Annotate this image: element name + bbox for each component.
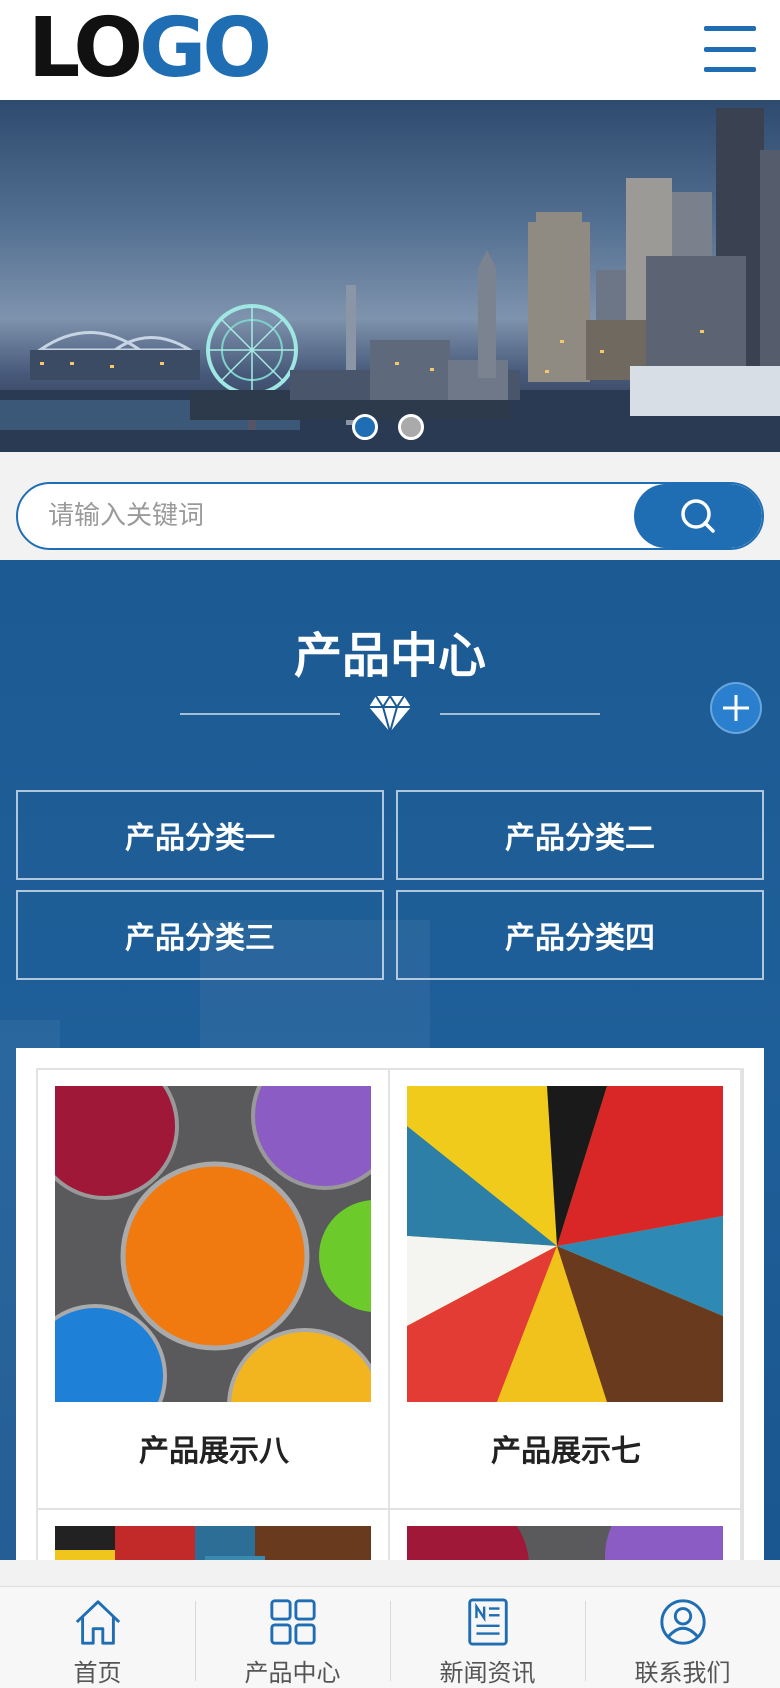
carousel-dots xyxy=(352,414,424,440)
search-section xyxy=(0,452,780,560)
title-divider-right xyxy=(440,713,600,715)
product-image xyxy=(55,1526,371,1560)
product-image xyxy=(55,1086,371,1402)
carousel-dot-2[interactable] xyxy=(398,414,424,440)
nav-label: 首页 xyxy=(73,1659,122,1687)
nav-label: 新闻资讯 xyxy=(439,1659,536,1687)
expand-button[interactable] xyxy=(710,682,762,734)
diamond-icon xyxy=(369,694,411,734)
product-list-panel: 产品展示八 产品展示七 xyxy=(16,1048,764,1560)
product-name: 产品展示七 xyxy=(491,1434,641,1469)
logo-text-blue: GO xyxy=(139,1,272,96)
category-button-1[interactable]: 产品分类一 xyxy=(16,790,384,880)
search-button[interactable] xyxy=(634,484,762,548)
search-icon xyxy=(681,499,715,533)
category-button-4[interactable]: 产品分类四 xyxy=(396,890,764,980)
product-grid: 产品展示八 产品展示七 xyxy=(36,1068,744,1560)
nav-item-home[interactable]: 首页 xyxy=(0,1587,195,1688)
grid-icon xyxy=(269,1599,316,1645)
section-title: 产品中心 xyxy=(293,628,486,684)
home-icon xyxy=(75,1600,120,1645)
nav-item-contact[interactable]: 联系我们 xyxy=(585,1587,780,1688)
product-center-section: 产品中心 产品分类一 产品分类二 产品分类三 产品分类四 产品展示八 产品展示七 xyxy=(0,560,780,1560)
product-card[interactable]: 产品展示七 xyxy=(390,1070,742,1510)
product-card[interactable] xyxy=(390,1510,742,1560)
product-name: 产品展示八 xyxy=(139,1434,289,1469)
product-card[interactable] xyxy=(38,1510,390,1560)
user-icon xyxy=(659,1599,706,1645)
nav-item-products[interactable]: 产品中心 xyxy=(195,1587,390,1688)
search-bar xyxy=(16,482,764,550)
product-card[interactable]: 产品展示八 xyxy=(38,1070,390,1510)
logo[interactable]: LO GO xyxy=(28,1,272,96)
city-skyline-image xyxy=(0,108,780,452)
carousel-dot-1[interactable] xyxy=(352,414,378,440)
nav-label: 联系我们 xyxy=(634,1659,731,1687)
search-input[interactable] xyxy=(18,484,638,548)
category-button-3[interactable]: 产品分类三 xyxy=(16,890,384,980)
bottom-navigation: 首页 产品中心 新闻资讯 联系我们 xyxy=(0,1586,780,1688)
nav-label: 产品中心 xyxy=(244,1659,341,1687)
category-button-2[interactable]: 产品分类二 xyxy=(396,790,764,880)
product-image xyxy=(407,1526,723,1560)
logo-text-black: LO xyxy=(28,1,143,96)
hamburger-menu-icon[interactable] xyxy=(704,26,756,72)
news-icon xyxy=(467,1598,508,1646)
hero-banner[interactable] xyxy=(0,100,780,452)
title-divider-left xyxy=(180,713,340,715)
nav-item-news[interactable]: 新闻资讯 xyxy=(390,1587,585,1688)
header: LO GO xyxy=(0,0,780,100)
product-image xyxy=(407,1086,723,1402)
plus-icon xyxy=(723,695,749,721)
